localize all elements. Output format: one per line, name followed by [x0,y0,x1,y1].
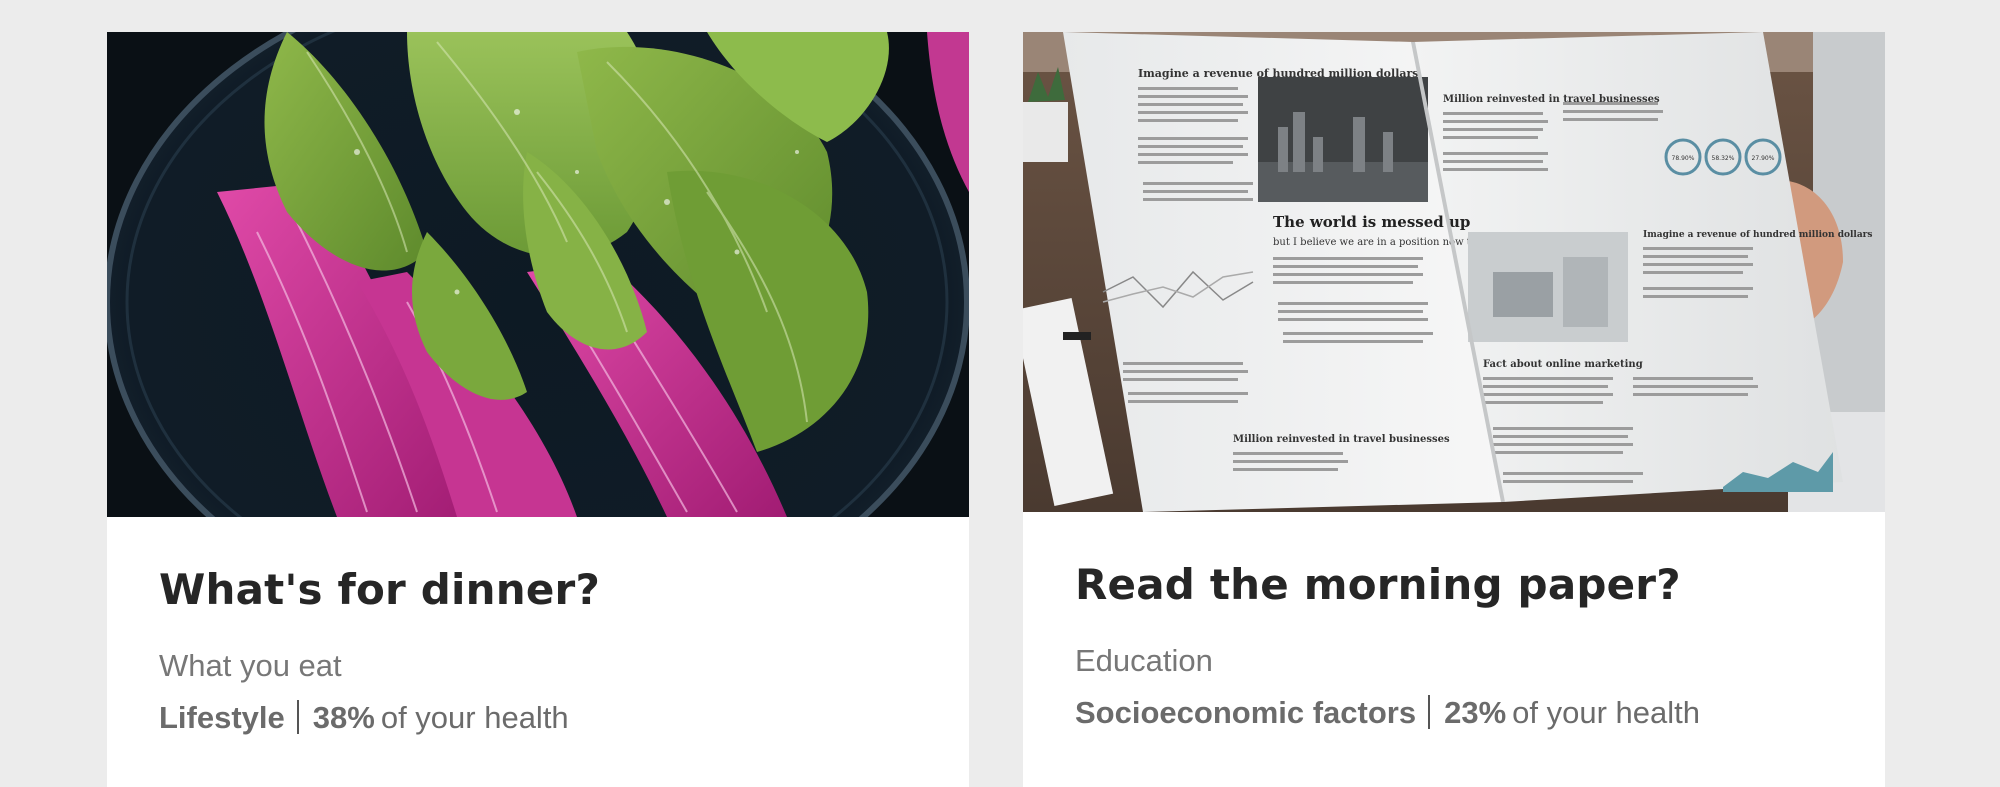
stat-category: Socioeconomic factors [1075,695,1417,730]
card-subtitle: What you eat [159,648,342,683]
card-title[interactable]: Read the morning paper? [1075,555,1845,615]
newspaper-photo: Imagine a revenue of hundred million dol… [1023,32,1885,512]
stat-divider [296,700,299,734]
stat-divider [1428,695,1431,729]
card-dinner[interactable]: What's for dinner? What you eat Lifestyl… [107,32,969,787]
card-title[interactable]: What's for dinner? [159,560,929,620]
news-subhead-world: but I believe we are in a position now t… [1273,237,1502,248]
news-stat-3: 27.90% [1752,155,1775,162]
card-stat: Socioeconomic factors 23% of your health [1075,693,1845,733]
stat-percent: 38% [312,700,375,735]
stat-suffix: of your health [1512,695,1700,730]
card-subtitle: Education [1075,643,1213,678]
news-headline-bottom: Million reinvested in travel businesses [1233,434,1450,445]
news-headline-world: The world is messed up [1273,213,1470,231]
news-stat-2: 58.32% [1712,155,1735,162]
stat-category: Lifestyle [159,700,285,735]
card-body: Read the morning paper? Education Socioe… [1075,555,1845,733]
news-stat-1: 78.90% [1672,155,1695,162]
card-body: What's for dinner? What you eat Lifestyl… [159,560,929,738]
cabbage-photo [107,32,969,517]
stat-suffix: of your health [380,700,569,735]
news-headline-right-mid: Imagine a revenue of hundred million dol… [1643,230,1873,240]
card-morning-paper[interactable]: Imagine a revenue of hundred million dol… [1023,32,1885,787]
news-headline-fact: Fact about online marketing [1483,359,1643,370]
card-grid: What's for dinner? What you eat Lifestyl… [0,0,2000,787]
news-headline-left: Imagine a revenue of hundred million dol… [1138,67,1419,80]
card-stat: Lifestyle 38% of your health [159,698,929,738]
stat-percent: 23% [1444,695,1507,730]
